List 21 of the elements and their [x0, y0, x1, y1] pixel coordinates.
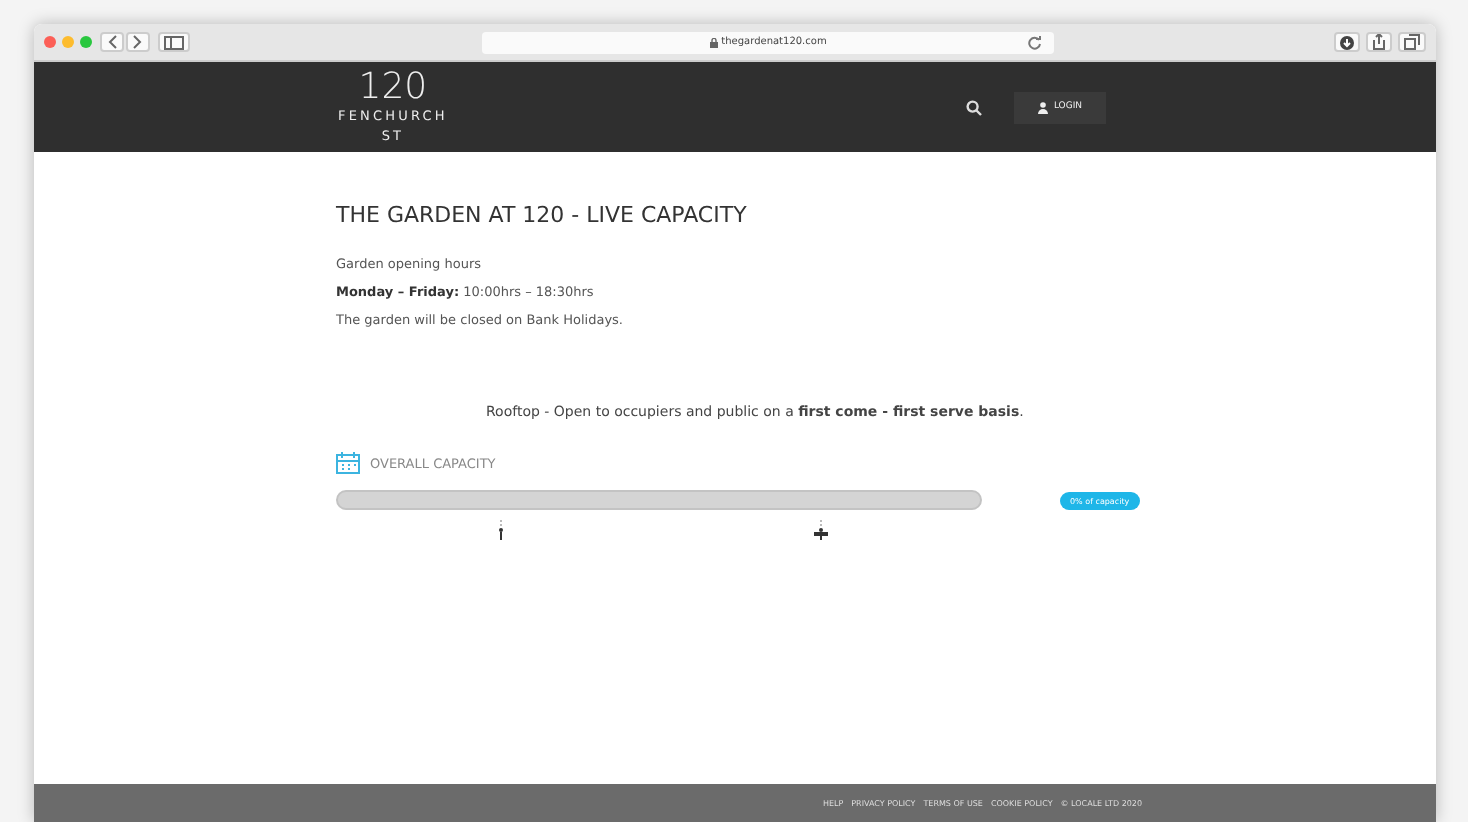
reload-icon[interactable] [1028, 35, 1042, 49]
user-icon [1037, 101, 1048, 113]
tabs-icon [1404, 34, 1420, 50]
sidebar-icon [164, 35, 184, 49]
back-icon [106, 34, 118, 50]
lock-icon [709, 37, 718, 47]
group-icon [814, 520, 828, 540]
download-icon [1340, 35, 1354, 49]
back-button[interactable] [100, 32, 124, 52]
calendar-icon [336, 452, 360, 474]
share-icon [1372, 34, 1386, 50]
forward-icon [132, 34, 144, 50]
tabs-button[interactable] [1398, 32, 1426, 52]
page-title: THE GARDEN AT 120 - LIVE CAPACITY [336, 202, 749, 228]
person-icon [498, 520, 504, 540]
search-icon[interactable] [966, 99, 982, 115]
download-button[interactable] [1334, 32, 1360, 52]
forward-button[interactable] [126, 32, 150, 52]
logo-text: 120 [358, 69, 428, 105]
share-button[interactable] [1366, 32, 1392, 52]
sidebar-button[interactable] [158, 32, 190, 52]
